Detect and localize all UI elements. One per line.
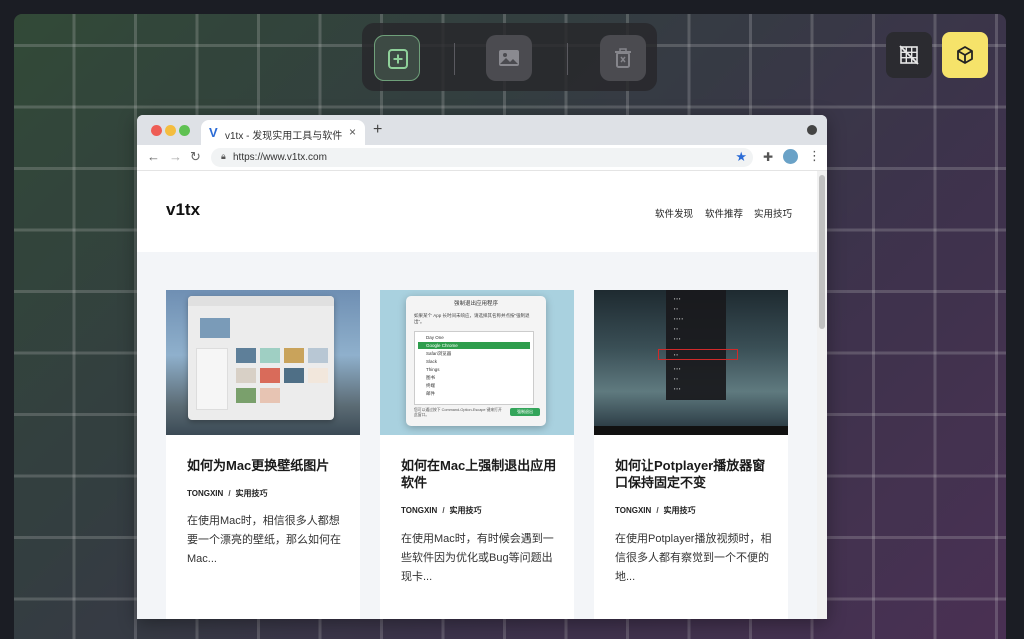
- toggle-grid-button[interactable]: [886, 32, 932, 78]
- post-category[interactable]: 实用技巧: [664, 506, 696, 515]
- browser-window: V v1tx - 发现实用工具与软件 × + ← → ↻ 🔒︎ https://…: [137, 115, 827, 619]
- post-category[interactable]: 实用技巧: [236, 489, 268, 498]
- trash-icon: [615, 48, 631, 68]
- player-context-menu: ▪ ▪ ▪ ▪ ▪ ▪ ▪ ▪ ▪ ▪ ▪ ▪ ▪ ▪ ▪ ▪ ▪ ▪ ▪ ▪ …: [666, 290, 726, 400]
- floating-toolbar: [362, 23, 657, 91]
- forward-icon[interactable]: →: [169, 149, 182, 164]
- post-card[interactable]: ▪ ▪ ▪ ▪ ▪ ▪ ▪ ▪ ▪ ▪ ▪ ▪ ▪ ▪ ▪ ▪ ▪ ▪ ▪ ▪ …: [594, 290, 788, 619]
- back-icon[interactable]: ←: [147, 149, 160, 164]
- cube-icon: [957, 46, 973, 64]
- post-thumbnail[interactable]: 强制退出应用程序 如果某个 App 长时间未响应，请选择其名称并点按“强制退出”…: [380, 290, 574, 435]
- extensions-icon[interactable]: ✚: [763, 150, 773, 164]
- nav-link-recommend[interactable]: 软件推荐: [705, 206, 743, 220]
- lock-icon: 🔒︎: [221, 151, 226, 161]
- page-scrollbar[interactable]: [817, 171, 827, 619]
- post-card[interactable]: 强制退出应用程序 如果某个 App 长时间未响应，请选择其名称并点按“强制退出”…: [380, 290, 574, 619]
- wallpaper-settings-window: [188, 296, 334, 420]
- tab-title: v1tx - 发现实用工具与软件: [225, 131, 343, 142]
- minimize-window-button[interactable]: [165, 125, 176, 136]
- tab-bar: V v1tx - 发现实用工具与软件 × +: [137, 115, 827, 145]
- tab-close-icon[interactable]: ×: [349, 125, 356, 139]
- maximize-window-button[interactable]: [179, 125, 190, 136]
- nav-link-discover[interactable]: 软件发现: [655, 206, 693, 220]
- post-author[interactable]: TONGXIN: [615, 506, 651, 515]
- new-tab-button[interactable]: +: [373, 121, 382, 139]
- url-text: https://www.v1tx.com: [233, 152, 327, 163]
- webpage: v1tx 软件发现 软件推荐 实用技巧 如何为Mac更换壁纸图片 TONGXIN…: [137, 171, 817, 619]
- post-excerpt: 在使用Mac时，有时候会遇到一些软件因为优化或Bug等问题出现卡...: [401, 533, 554, 583]
- add-button[interactable]: [374, 35, 420, 81]
- reload-icon[interactable]: ↻: [190, 149, 201, 165]
- post-meta: TONGXIN / 实用技巧: [401, 506, 482, 515]
- post-card[interactable]: 如何为Mac更换壁纸图片 TONGXIN / 实用技巧 在使用Mac时，相信很多人都…: [166, 290, 360, 619]
- profile-avatar[interactable]: [783, 149, 798, 164]
- player-control-bar: [594, 426, 788, 435]
- nav-link-tips[interactable]: 实用技巧: [754, 206, 792, 220]
- close-window-button[interactable]: [151, 125, 162, 136]
- post-excerpt: 在使用Potplayer播放视频时，相信很多人都有察觉到一个不便的地...: [615, 533, 772, 583]
- post-thumbnail[interactable]: [166, 290, 360, 435]
- post-author[interactable]: TONGXIN: [401, 506, 437, 515]
- post-title[interactable]: 如何在Mac上强制退出应用软件: [401, 457, 561, 491]
- post-category[interactable]: 实用技巧: [450, 506, 482, 515]
- site-header: v1tx 软件发现 软件推荐 实用技巧: [137, 171, 817, 252]
- post-meta: TONGXIN / 实用技巧: [187, 489, 268, 498]
- plus-square-icon: [388, 49, 408, 69]
- force-quit-window: 强制退出应用程序 如果某个 App 长时间未响应，请选择其名称并点按“强制退出”…: [406, 296, 546, 426]
- browser-tab[interactable]: V v1tx - 发现实用工具与软件 ×: [201, 120, 365, 145]
- image-button[interactable]: [486, 35, 532, 81]
- post-title[interactable]: 如何让Potplayer播放器窗口保持固定不变: [615, 457, 775, 491]
- delete-button[interactable]: [600, 35, 646, 81]
- post-title[interactable]: 如何为Mac更换壁纸图片: [187, 457, 347, 474]
- site-logo[interactable]: v1tx: [166, 200, 200, 220]
- image-icon: [499, 50, 519, 66]
- tab-search-icon[interactable]: [807, 125, 817, 135]
- post-author[interactable]: TONGXIN: [187, 489, 223, 498]
- favicon-icon: V: [209, 125, 218, 140]
- 3d-view-button[interactable]: [942, 32, 988, 78]
- bookmark-star-icon[interactable]: ★: [735, 149, 747, 165]
- grid-off-icon: [899, 45, 919, 65]
- editor-canvas: V v1tx - 发现实用工具与软件 × + ← → ↻ 🔒︎ https://…: [14, 14, 1006, 639]
- scroll-thumb[interactable]: [819, 175, 825, 329]
- url-input[interactable]: 🔒︎ https://www.v1tx.com ★: [211, 148, 753, 167]
- post-meta: TONGXIN / 实用技巧: [615, 506, 696, 515]
- more-menu-icon[interactable]: ⋮: [808, 148, 821, 164]
- address-bar-row: ← → ↻ 🔒︎ https://www.v1tx.com ★ ✚ ⋮: [137, 145, 827, 171]
- post-thumbnail[interactable]: ▪ ▪ ▪ ▪ ▪ ▪ ▪ ▪ ▪ ▪ ▪ ▪ ▪ ▪ ▪ ▪ ▪ ▪ ▪ ▪ …: [594, 290, 788, 435]
- post-excerpt: 在使用Mac时，相信很多人都想要一个漂亮的壁纸，那么如何在Mac...: [187, 515, 341, 565]
